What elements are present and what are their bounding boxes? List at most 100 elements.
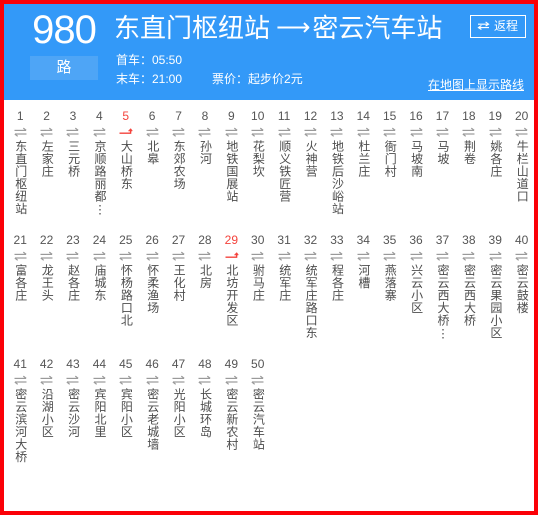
station-item[interactable]: 39 密云果园小区 bbox=[482, 229, 508, 353]
swap-arrows-icon bbox=[477, 20, 490, 30]
station-item[interactable]: 38 密云西大桥 bbox=[456, 229, 482, 353]
station-item[interactable]: 32 统军庄路口东 bbox=[297, 229, 323, 353]
station-item[interactable]: 2 左家庄 bbox=[33, 105, 59, 229]
station-name: 京顺路丽都⋮ bbox=[92, 140, 107, 217]
station-item[interactable]: 1 东直门枢纽站 bbox=[7, 105, 33, 229]
station-item[interactable]: 8 孙河 bbox=[192, 105, 218, 229]
station-item[interactable]: 4 京顺路丽都⋮ bbox=[86, 105, 112, 229]
station-name: 宾阳小区 bbox=[119, 388, 134, 438]
two-way-arrow-icon bbox=[60, 249, 86, 263]
two-way-arrow-icon bbox=[376, 125, 402, 139]
station-item[interactable]: 20 牛栏山道口 bbox=[508, 105, 534, 229]
station-name: 密云西大桥⋮ bbox=[436, 264, 451, 341]
station-item[interactable]: 3 三元桥 bbox=[60, 105, 86, 229]
station-item[interactable]: 41 密云滨河大桥 bbox=[7, 353, 33, 477]
two-way-arrow-icon bbox=[60, 125, 86, 139]
two-way-arrow-icon bbox=[33, 125, 59, 139]
station-number: 4 bbox=[96, 109, 103, 123]
station-item[interactable]: 40 密云鼓楼 bbox=[508, 229, 534, 353]
station-item[interactable]: 42 沿湖小区 bbox=[33, 353, 59, 477]
station-item[interactable]: 19 姚各庄 bbox=[482, 105, 508, 229]
station-number: 8 bbox=[201, 109, 209, 123]
two-way-arrow-icon bbox=[86, 249, 112, 263]
station-number: 20 bbox=[514, 109, 529, 123]
station-name: 赵各庄 bbox=[66, 264, 81, 302]
station-item[interactable]: 33 程各庄 bbox=[324, 229, 350, 353]
station-number: 29 bbox=[224, 233, 238, 247]
station-name: 密云老城墙 bbox=[145, 388, 160, 451]
two-way-arrow-icon bbox=[7, 249, 33, 263]
station-item[interactable]: 13 地铁后沙峪站 bbox=[324, 105, 350, 229]
two-way-arrow-icon bbox=[245, 373, 271, 387]
station-item[interactable]: 18 荆卷 bbox=[456, 105, 482, 229]
station-item[interactable]: 12 火神营 bbox=[297, 105, 323, 229]
two-way-arrow-icon bbox=[33, 373, 59, 387]
station-name: 怀杨路口北 bbox=[119, 264, 134, 327]
station-number: 47 bbox=[171, 357, 186, 371]
two-way-arrow-icon bbox=[508, 125, 534, 139]
station-item[interactable]: 27 王化村 bbox=[165, 229, 191, 353]
station-item[interactable]: 44 宾阳北里 bbox=[86, 353, 112, 477]
two-way-arrow-icon bbox=[7, 125, 33, 139]
station-item[interactable]: 7 东郊农场 bbox=[165, 105, 191, 229]
station-item[interactable]: 36 兴云小区 bbox=[403, 229, 429, 353]
station-item[interactable]: 30 驸马庄 bbox=[245, 229, 271, 353]
station-item[interactable]: 23 赵各庄 bbox=[60, 229, 86, 353]
station-item[interactable]: 15 衙门村 bbox=[376, 105, 402, 229]
station-name: 密云新农村 bbox=[224, 388, 239, 451]
two-way-arrow-icon bbox=[456, 125, 482, 139]
two-way-arrow-icon bbox=[403, 249, 429, 263]
station-item[interactable]: 11 顺义铁匠营 bbox=[271, 105, 297, 229]
return-trip-button[interactable]: 返程 bbox=[469, 15, 526, 38]
station-row: 41 密云滨河大桥 42 沿湖小区 43 密云沙河 44 宾阳北里 45 宾阳小区 46 密云老城墙 4… bbox=[7, 353, 531, 477]
show-on-map-link[interactable]: 在地图上显示路线 bbox=[428, 76, 524, 93]
station-name: 怀柔渔场 bbox=[145, 264, 160, 314]
station-number: 11 bbox=[277, 109, 291, 123]
last-bus-time: 末车：21:00 bbox=[116, 72, 183, 86]
station-item[interactable]: 46 密云老城墙 bbox=[139, 353, 165, 477]
station-item[interactable]: 16 马坡南 bbox=[403, 105, 429, 229]
station-item[interactable]: 25 怀杨路口北 bbox=[113, 229, 139, 353]
station-item[interactable]: 6 北皋 bbox=[139, 105, 165, 229]
station-item[interactable]: 10 花梨坎 bbox=[245, 105, 271, 229]
station-name: 龙王头 bbox=[40, 264, 55, 302]
station-item[interactable]: 26 怀柔渔场 bbox=[139, 229, 165, 353]
station-name: 富各庄 bbox=[13, 264, 28, 302]
station-item[interactable]: 22 龙王头 bbox=[33, 229, 59, 353]
station-item[interactable]: 9 地铁国展站 bbox=[218, 105, 244, 229]
station-number: 5 bbox=[122, 109, 130, 123]
station-item[interactable]: 31 统军庄 bbox=[271, 229, 297, 353]
station-number: 23 bbox=[66, 233, 80, 247]
station-item[interactable]: 24 庙城东 bbox=[86, 229, 112, 353]
station-item[interactable]: 5 大山桥东 bbox=[113, 105, 139, 229]
station-item[interactable]: 49 密云新农村 bbox=[218, 353, 244, 477]
station-item[interactable]: 34 河槽 bbox=[350, 229, 376, 353]
station-name: 北皋 bbox=[145, 140, 160, 165]
station-number: 3 bbox=[69, 109, 77, 123]
station-item[interactable]: 35 燕落寨 bbox=[376, 229, 402, 353]
station-number: 43 bbox=[66, 357, 80, 371]
two-way-arrow-icon bbox=[324, 125, 350, 139]
station-item[interactable]: 50 密云汽车站 bbox=[245, 353, 271, 477]
station-name: 河槽 bbox=[356, 264, 371, 289]
station-name: 地铁后沙峪站 bbox=[330, 140, 345, 215]
station-item[interactable]: 37 密云西大桥⋮ bbox=[429, 229, 455, 353]
station-item[interactable]: 47 光阳小区 bbox=[165, 353, 191, 477]
station-name: 姚各庄 bbox=[488, 140, 503, 178]
station-item[interactable]: 29 北坊开发区 bbox=[218, 229, 244, 353]
station-item[interactable]: 14 杜兰庄 bbox=[350, 105, 376, 229]
station-name: 马坡 bbox=[436, 140, 451, 165]
two-way-arrow-icon bbox=[86, 125, 112, 139]
station-item[interactable]: 45 宾阳小区 bbox=[113, 353, 139, 477]
two-way-arrow-icon bbox=[165, 249, 191, 263]
two-way-arrow-icon bbox=[86, 373, 112, 387]
one-way-arrow-icon bbox=[113, 125, 139, 139]
station-item[interactable]: 17 马坡 bbox=[429, 105, 455, 229]
station-item[interactable]: 21 富各庄 bbox=[7, 229, 33, 353]
station-number: 25 bbox=[119, 233, 133, 247]
station-name: 牛栏山道口 bbox=[515, 140, 530, 203]
station-item[interactable]: 28 北房 bbox=[192, 229, 218, 353]
station-item[interactable]: 43 密云沙河 bbox=[60, 353, 86, 477]
station-item[interactable]: 48 长城环岛 bbox=[192, 353, 218, 477]
two-way-arrow-icon bbox=[324, 249, 350, 263]
